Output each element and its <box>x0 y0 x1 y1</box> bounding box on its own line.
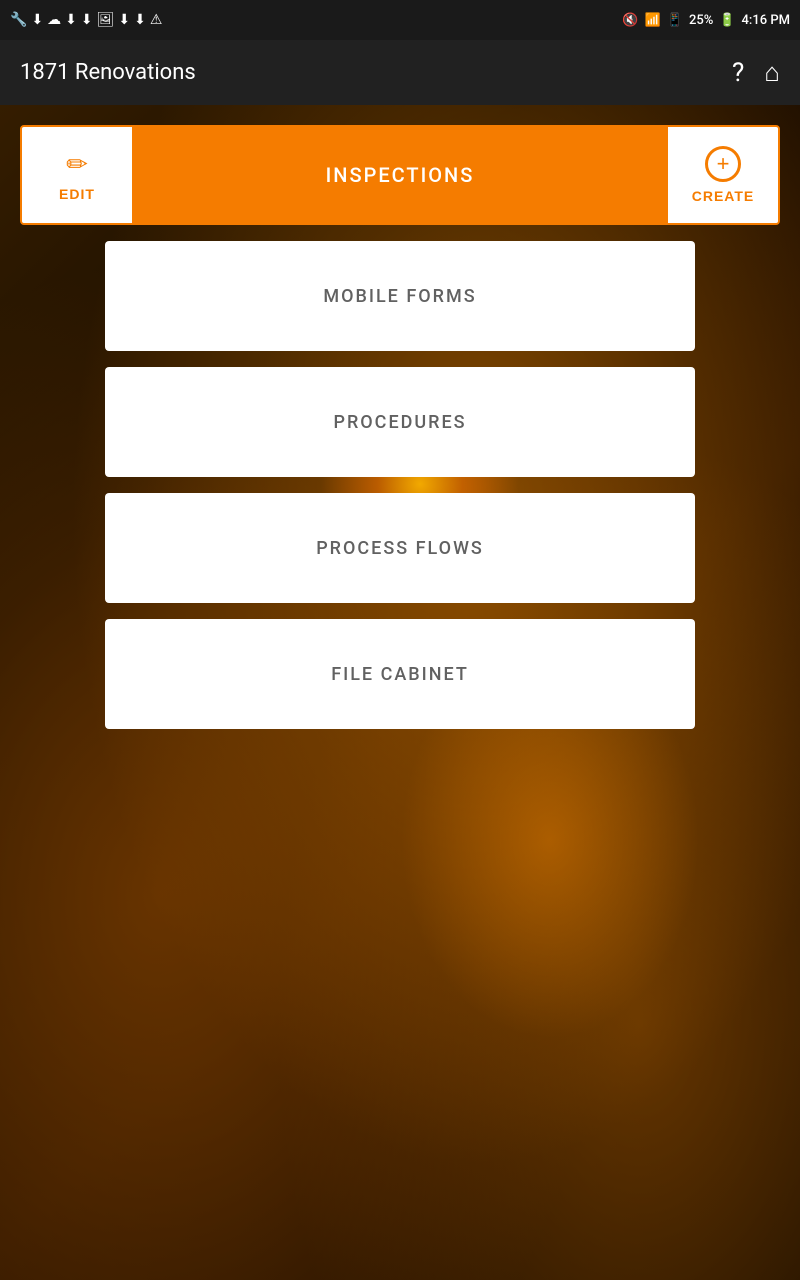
wifi-icon: 📶 <box>645 13 661 28</box>
create-label: CREATE <box>692 188 755 204</box>
create-button[interactable]: + CREATE <box>668 127 778 223</box>
signal-icon: 📱 <box>667 13 683 28</box>
app-bar-actions: ? ⌂ <box>732 57 780 88</box>
app-bar: 1871 Renovations ? ⌂ <box>0 40 800 105</box>
battery-level: 25% <box>689 13 713 28</box>
status-right: 🔇 📶 📱 25% 🔋 4:16 PM <box>622 13 790 28</box>
mobile-forms-item[interactable]: MOBILE FORMS <box>105 241 695 351</box>
procedures-label: PROCEDURES <box>333 412 466 433</box>
procedures-item[interactable]: PROCEDURES <box>105 367 695 477</box>
file-cabinet-label: FILE CABINET <box>331 664 469 685</box>
cloud-icon: ☁ <box>47 12 61 28</box>
plus-circle-icon: + <box>705 146 741 182</box>
download-icon-2: ⬇ <box>65 12 77 28</box>
header-bar: ✏ EDIT INSPECTIONS + CREATE <box>20 125 780 225</box>
download-icon-5: ⬇ <box>134 12 146 28</box>
edit-label: EDIT <box>59 186 95 202</box>
file-cabinet-item[interactable]: FILE CABINET <box>105 619 695 729</box>
download-icon-1: ⬇ <box>31 12 43 28</box>
app-title: 1871 Renovations <box>20 60 196 85</box>
pencil-icon: ✏ <box>66 149 88 180</box>
image-icon: 🖼 <box>97 12 115 28</box>
download-icon-3: ⬇ <box>81 12 93 28</box>
status-bar: 🔧 ⬇ ☁ ⬇ ⬇ 🖼 ⬇ ⬇ ⚠ 🔇 📶 📱 25% 🔋 4:16 PM <box>0 0 800 40</box>
process-flows-label: PROCESS FLOWS <box>316 538 484 559</box>
mute-icon: 🔇 <box>622 13 638 28</box>
tool-icon: 🔧 <box>10 12 27 28</box>
status-icons: 🔧 ⬇ ☁ ⬇ ⬇ 🖼 ⬇ ⬇ ⚠ <box>10 12 162 28</box>
mobile-forms-label: MOBILE FORMS <box>323 286 476 307</box>
help-button[interactable]: ? <box>732 58 744 88</box>
time: 4:16 PM <box>742 13 791 28</box>
battery-icon: 🔋 <box>719 13 735 28</box>
process-flows-item[interactable]: PROCESS FLOWS <box>105 493 695 603</box>
download-icon-4: ⬇ <box>118 12 130 28</box>
home-button[interactable]: ⌂ <box>764 57 780 88</box>
warning-icon: ⚠ <box>150 12 163 28</box>
edit-button[interactable]: ✏ EDIT <box>22 127 132 223</box>
main-content: ✏ EDIT INSPECTIONS + CREATE MOBILE FORMS… <box>0 105 800 1280</box>
page-title: INSPECTIONS <box>132 127 668 223</box>
